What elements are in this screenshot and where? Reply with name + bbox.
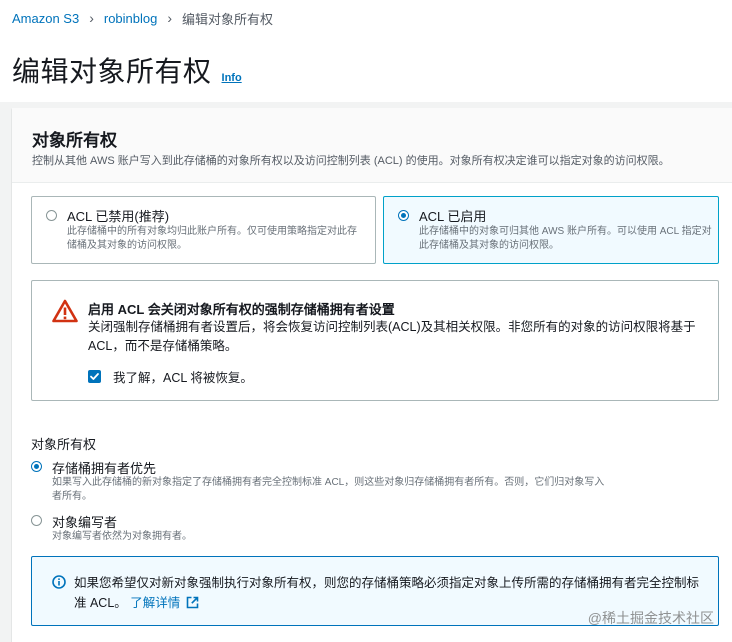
acknowledge-option[interactable]: 我了解，ACL 将被恢复。 [88,367,253,386]
info-link[interactable]: Info [222,72,242,84]
tile-title: ACL 已禁用(推荐) [67,209,170,224]
page: Amazon S3 › robinblog › 编辑对象所有权 编辑对象所有权 … [0,0,732,642]
acknowledge-label: 我了解，ACL 将被恢复。 [113,371,253,385]
ownership-label: 对象所有权 [31,437,97,452]
breadcrumb-current: 编辑对象所有权 [182,11,274,27]
chevron-right-icon: › [89,10,94,26]
warning-alert: 启用 ACL 会关闭对象所有权的强制存储桶拥有者设置 关闭强制存储桶拥有者设置后… [31,280,719,401]
page-title: 编辑对象所有权 [12,56,212,87]
option-description: 如果写入此存储桶的新对象指定了存储桶拥有者完全控制标准 ACL，则这些对象归存储… [52,477,605,502]
breadcrumb: Amazon S3 › robinblog › 编辑对象所有权 [12,8,273,28]
info-alert-text: 如果您希望仅对新对象强制执行对象所有权，则您的存储桶策略必须指定对象上传所需的存… [74,573,704,613]
panel-description: 控制从其他 AWS 账户写入到此存储桶的对象所有权以及访问控制列表 (ACL) … [32,155,670,167]
tile-description: 此存储桶中的所有对象均归此账户所有。仅可使用策略指定对此存储桶及其对象的访问权限… [67,226,357,251]
page-header: 编辑对象所有权 Info [12,50,242,90]
acknowledge-checkbox[interactable] [88,370,101,383]
info-icon [52,575,66,589]
external-link-icon[interactable] [186,596,199,609]
learn-more-label[interactable]: 了解详情 [130,596,180,610]
chevron-right-icon: › [167,10,173,26]
bucket-owner-preferred-option[interactable]: 存储桶拥有者优先 如果写入此存储桶的新对象指定了存储桶拥有者完全控制标准 ACL… [31,458,631,502]
option-title: 对象编写者 [52,515,118,530]
panel-header: 对象所有权 控制从其他 AWS 账户写入到此存储桶的对象所有权以及访问控制列表 … [12,108,732,183]
warning-title: 启用 ACL 会关闭对象所有权的强制存储桶拥有者设置 [88,302,395,317]
acl-disabled-radio[interactable] [46,210,57,221]
bucket-owner-preferred-radio[interactable] [31,461,42,472]
panel-title: 对象所有权 [32,131,117,150]
acl-disabled-tile[interactable]: ACL 已禁用(推荐) 此存储桶中的所有对象均归此账户所有。仅可使用策略指定对此… [31,196,376,264]
tile-title: ACL 已启用 [419,209,487,224]
object-ownership-panel: 对象所有权 控制从其他 AWS 账户写入到此存储桶的对象所有权以及访问控制列表 … [12,108,732,642]
breadcrumb-link-s3[interactable]: Amazon S3 [12,11,79,26]
watermark: @稀土掘金技术社区 [587,610,714,626]
option-description: 对象编写者依然为对象拥有者。 [52,531,192,542]
tile-description: 此存储桶中的对象可归其他 AWS 账户所有。可以使用 ACL 指定对此存储桶及其… [419,226,712,251]
acl-enabled-radio[interactable] [398,210,409,221]
object-writer-option[interactable]: 对象编写者 对象编写者依然为对象拥有者。 [31,512,631,544]
check-icon [90,373,99,380]
warning-body: 关闭强制存储桶拥有者设置后，将会恢复访问控制列表(ACL)及其相关权限。非您所有… [88,320,696,353]
breadcrumb-link-bucket[interactable]: robinblog [104,11,158,26]
object-writer-radio[interactable] [31,515,42,526]
learn-more-link[interactable]: 了解详情 [130,596,199,610]
warning-icon [52,299,78,323]
acl-enabled-tile[interactable]: ACL 已启用 此存储桶中的对象可归其他 AWS 账户所有。可以使用 ACL 指… [383,196,719,264]
option-title: 存储桶拥有者优先 [52,461,157,476]
